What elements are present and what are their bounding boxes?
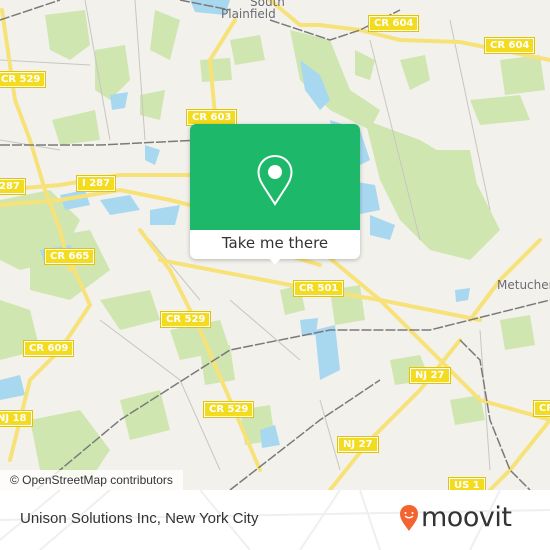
road-shield: CR (532, 400, 550, 417)
road-shield: CR 665 (43, 248, 96, 265)
place-label-plainfield: Plainfield (221, 7, 276, 21)
road-shield: CR 529 (202, 401, 255, 418)
moovit-logo[interactable]: moovit (399, 502, 512, 533)
take-me-there-button[interactable]: Take me there (190, 230, 360, 259)
road-shield: I 287 (75, 175, 117, 192)
road-shield: CR 501 (292, 280, 345, 297)
location-popup: Take me there (190, 124, 360, 265)
road-shield: CR 529 (159, 311, 212, 328)
road-shield: NJ 18 (0, 410, 33, 427)
location-pin-icon (257, 154, 293, 206)
place-label-metuchen: Metuchen (497, 278, 550, 292)
road-shield: CR 609 (22, 340, 75, 357)
footer-bar: Unison Solutions Inc, New York City moov… (0, 490, 550, 550)
moovit-pin-icon (400, 505, 418, 531)
road-shield: NJ 27 (337, 436, 379, 453)
popup-pointer (267, 256, 283, 265)
road-shield: CR 603 (185, 109, 238, 126)
road-shield: US 1 (448, 477, 486, 490)
road-shield: CR 604 (367, 15, 420, 32)
location-title: Unison Solutions Inc, New York City (20, 510, 259, 527)
road-shield: 287 (0, 178, 26, 195)
road-shield: NJ 27 (409, 367, 451, 384)
road-shield: CR 604 (483, 37, 536, 54)
moovit-wordmark: moovit (421, 502, 512, 533)
map-attribution[interactable]: © OpenStreetMap contributors (0, 470, 183, 490)
road-shield: CR 529 (0, 71, 47, 88)
map-view[interactable]: South Plainfield Metuchen CR 529 CR 603 … (0, 0, 550, 490)
popup-header (190, 124, 360, 230)
